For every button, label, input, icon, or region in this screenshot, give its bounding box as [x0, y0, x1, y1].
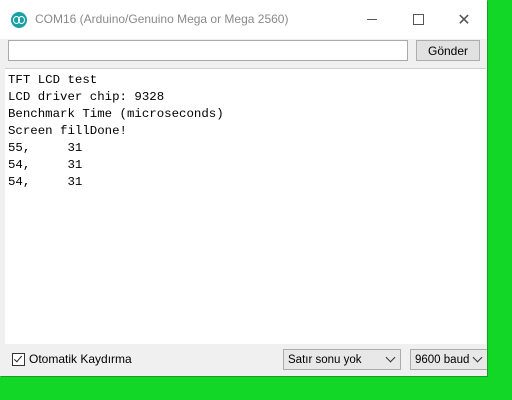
send-toolbar: Gönder — [0, 39, 487, 66]
output-lines: TFT LCD test LCD driver chip: 9328 Benchma… — [8, 72, 224, 191]
output-line: Screen fillDone! — [8, 124, 127, 138]
autoscroll-checkbox[interactable] — [12, 352, 25, 366]
line-ending-select[interactable]: Satır sonu yok — [283, 349, 401, 370]
close-button[interactable]: ✕ — [441, 0, 487, 39]
maximize-icon — [412, 14, 424, 25]
output-line: 54, 31 — [8, 158, 83, 172]
serial-monitor-window: COM16 (Arduino/Genuino Mega or Mega 2560… — [0, 0, 487, 376]
minimize-button[interactable] — [349, 0, 395, 39]
chevron-down-icon — [385, 352, 396, 363]
status-bar: Otomatik Kaydırma Satır sonu yok 9600 ba… — [0, 344, 487, 376]
chevron-down-icon — [472, 352, 483, 363]
output-line: Benchmark Time (microseconds) — [8, 107, 224, 121]
arduino-icon — [11, 12, 27, 28]
baud-rate-select[interactable]: 9600 baud — [410, 349, 487, 370]
output-line: LCD driver chip: 9328 — [8, 90, 165, 104]
serial-output[interactable]: TFT LCD test LCD driver chip: 9328 Benchma… — [5, 68, 486, 344]
line-ending-value: Satır sonu yok — [288, 353, 362, 366]
maximize-button[interactable] — [395, 0, 441, 39]
send-button[interactable]: Gönder — [416, 40, 480, 61]
output-line: 54, 31 — [8, 175, 83, 189]
output-line: TFT LCD test — [8, 73, 98, 87]
autoscroll-toggle[interactable]: Otomatik Kaydırma — [12, 352, 132, 366]
send-input[interactable] — [8, 40, 408, 61]
autoscroll-label: Otomatik Kaydırma — [29, 352, 132, 366]
output-line: 55, 31 — [8, 141, 83, 155]
close-icon: ✕ — [457, 9, 471, 29]
checkmark-icon — [13, 353, 23, 362]
baud-rate-value: 9600 baud — [415, 353, 470, 366]
minimize-icon — [367, 19, 377, 20]
window-title: COM16 (Arduino/Genuino Mega or Mega 2560… — [35, 12, 289, 26]
title-bar[interactable]: COM16 (Arduino/Genuino Mega or Mega 2560… — [0, 0, 487, 39]
